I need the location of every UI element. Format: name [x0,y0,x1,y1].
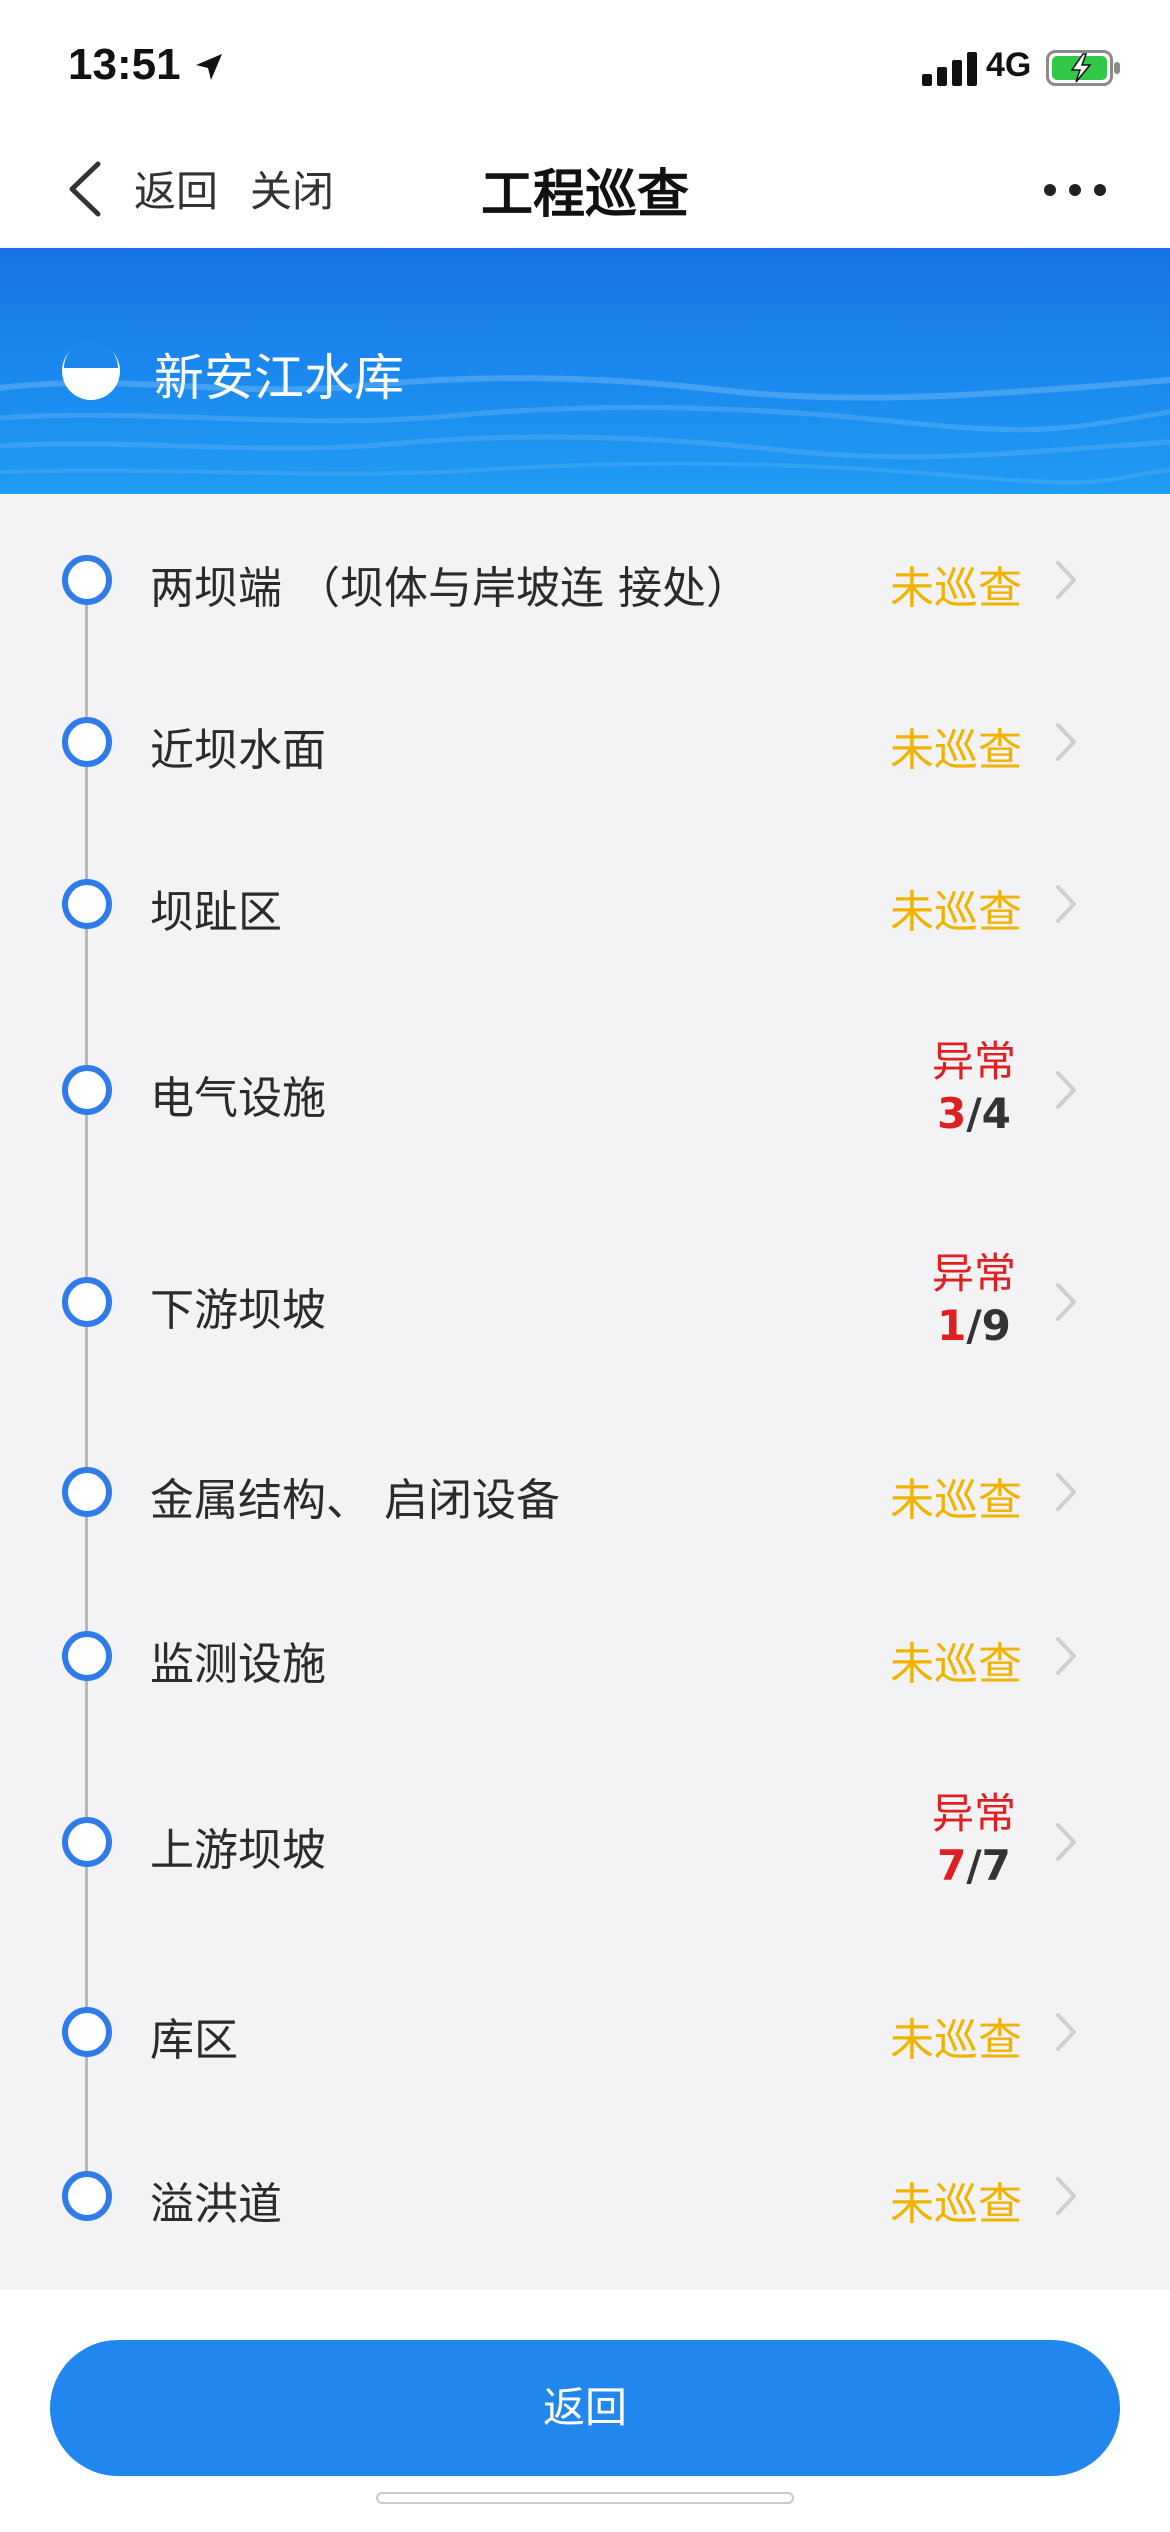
status-pending: 未巡查 [890,887,1022,938]
timeline-node-icon [62,2007,112,2057]
checkpoint-label: 监测设施 [150,1639,326,1690]
checkpoint-label: 两坝端 （坝体与岸坡连 接处） [150,563,750,614]
reservoir-name: 新安江水库 [154,349,404,407]
status-time: 13:51 [68,40,181,89]
abnormal-count: 3/4 [914,1089,1034,1138]
cellular-signal-icon [922,52,977,86]
checkpoint-label: 金属结构、 启闭设备 [150,1475,560,1526]
checkpoint-row[interactable]: 金属结构、 启闭设备 未巡查 [0,1452,1170,1532]
abnormal-number: 7 [937,1841,967,1890]
timeline-node-icon [62,1065,112,1115]
location-arrow-icon [196,54,222,80]
chevron-right-icon [1056,1823,1076,1861]
abnormal-number: 3 [937,1089,967,1138]
checkpoint-label: 坝趾区 [150,887,282,938]
half-circle-icon [62,341,120,400]
status-abnormal: 异常 3/4 [914,1028,1034,1138]
checkpoint-row[interactable]: 监测设施 未巡查 [0,1616,1170,1696]
checkpoint-label: 下游坝坡 [150,1285,326,1336]
status-pending: 未巡查 [890,563,1022,614]
abnormal-label: 异常 [931,1249,1016,1298]
chevron-right-icon [1056,723,1076,761]
chevron-right-icon [1056,1283,1076,1321]
more-dots-icon[interactable] [1040,172,1110,208]
checkpoint-row[interactable]: 库区 未巡查 [0,1992,1170,2072]
chevron-right-icon [1056,2177,1076,2215]
status-pending: 未巡查 [890,1639,1022,1690]
checkpoint-row[interactable]: 电气设施 异常 3/4 [0,1020,1170,1160]
abnormal-label: 异常 [931,1789,1016,1838]
checkpoint-label: 电气设施 [150,1073,326,1124]
battery-charging-icon [1046,50,1120,86]
checkpoint-row[interactable]: 下游坝坡 异常 1/9 [0,1232,1170,1372]
home-indicator[interactable] [376,2492,794,2504]
chevron-right-icon [1056,1071,1076,1109]
checkpoint-label: 近坝水面 [150,725,326,776]
checkpoint-row[interactable]: 溢洪道 未巡查 [0,2156,1170,2236]
timeline-line [85,580,88,2200]
return-button[interactable]: 返回 [50,2340,1120,2476]
checkpoint-label: 上游坝坡 [150,1825,326,1876]
status-pending: 未巡查 [890,1475,1022,1526]
total-number: /4 [966,1089,1011,1138]
status-pending: 未巡查 [890,2015,1022,2066]
timeline-node-icon [62,1277,112,1327]
status-pending: 未巡查 [890,2179,1022,2230]
chevron-right-icon [1056,885,1076,923]
nav-bar: 返回 关闭 工程巡查 [0,130,1170,248]
chevron-right-icon [1056,1473,1076,1511]
checkpoint-label: 库区 [150,2015,238,2066]
status-pending: 未巡查 [890,725,1022,776]
timeline-node-icon [62,717,112,767]
checkpoint-row[interactable]: 近坝水面 未巡查 [0,702,1170,782]
abnormal-count: 7/7 [914,1841,1034,1890]
abnormal-label: 异常 [931,1037,1016,1086]
status-abnormal: 异常 1/9 [914,1240,1034,1350]
timeline-node-icon [62,1817,112,1867]
page-title: 工程巡查 [480,165,689,225]
total-number: /7 [966,1841,1011,1890]
checkpoint-label: 溢洪道 [150,2179,282,2230]
abnormal-number: 1 [937,1301,967,1350]
abnormal-count: 1/9 [914,1301,1034,1350]
timeline-node-icon [62,1467,112,1517]
total-number: /9 [966,1301,1011,1350]
network-type: 4G [986,46,1032,84]
status-bar: 13:51 4G [0,0,1170,130]
timeline-node-icon [62,879,112,929]
checkpoint-row[interactable]: 坝趾区 未巡查 [0,864,1170,944]
timeline-node-icon [62,555,112,605]
timeline-node-icon [62,2171,112,2221]
checkpoint-row[interactable]: 上游坝坡 异常 7/7 [0,1772,1170,1912]
chevron-right-icon [1056,561,1076,599]
status-abnormal: 异常 7/7 [914,1780,1034,1890]
reservoir-banner: 新安江水库 [0,248,1170,494]
chevron-right-icon [1056,2013,1076,2051]
timeline-node-icon [62,1631,112,1681]
chevron-right-icon [1056,1637,1076,1675]
checkpoint-row[interactable]: 两坝端 （坝体与岸坡连 接处） 未巡查 [0,540,1170,620]
